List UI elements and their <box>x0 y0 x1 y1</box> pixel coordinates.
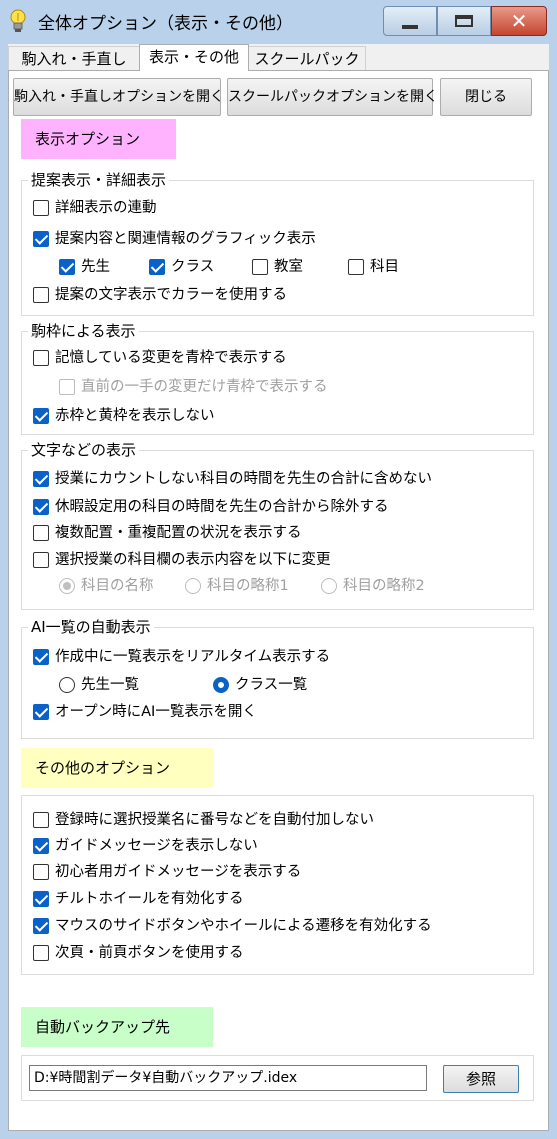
checkbox-box <box>33 649 49 665</box>
checkbox-label: 科目 <box>370 259 399 275</box>
frame-group-title: 駒枠による表示 <box>28 320 139 341</box>
checkbox-box <box>33 525 49 541</box>
checkbox-label: 初心者用ガイドメッセージを表示する <box>55 864 302 880</box>
checkbox-box <box>33 471 49 487</box>
checkbox-box <box>33 200 49 216</box>
checkbox-label: 詳細表示の連動 <box>55 200 157 216</box>
radio-label: 科目の略称2 <box>343 578 425 594</box>
open-koma-options-button[interactable]: 駒入れ・手直しオプションを開く <box>13 78 224 116</box>
checkbox-box <box>33 945 49 961</box>
checkbox-label: 複数配置・重複配置の状況を表示する <box>55 525 302 541</box>
other-options-label: その他のオプション <box>21 748 213 788</box>
open-school-options-button[interactable]: スクールパックオプションを開く <box>227 78 438 116</box>
checkbox-label: クラス <box>171 259 215 275</box>
checkbox-label: 授業にカウントしない科目の時間を先生の合計に含めない <box>55 471 432 487</box>
browse-button[interactable]: 参照 <box>443 1065 519 1093</box>
window-title: 全体オプション（表示・その他） <box>38 14 293 34</box>
maximize-icon <box>455 15 473 27</box>
backup-path-input[interactable]: D:¥時間割データ¥自動バックアップ.idex <box>29 1065 427 1091</box>
checkbox-box <box>252 259 268 275</box>
checkbox-label: 作成中に一覧表示をリアルタイム表示する <box>55 649 331 665</box>
minimize-button[interactable] <box>383 6 437 36</box>
proposal-group-title: 提案表示・詳細表示 <box>28 169 170 190</box>
close-window-button[interactable]: ✕ <box>491 6 547 36</box>
text-group-title: 文字などの表示 <box>28 439 140 460</box>
checkbox-box <box>33 499 49 515</box>
checkbox-label: マウスのサイドボタンやホイールによる遷移を有効化する <box>55 918 432 934</box>
radio-dot <box>213 677 229 693</box>
checkbox-box <box>33 918 49 934</box>
checkbox-label: 提案内容と関連情報のグラフィック表示 <box>55 231 316 247</box>
checkbox-label: 選択授業の科目欄の表示内容を以下に変更 <box>55 552 331 568</box>
radio-label: 科目の略称1 <box>207 578 289 594</box>
maximize-button[interactable] <box>437 6 491 36</box>
checkbox-box <box>33 891 49 907</box>
checkbox-box <box>33 838 49 854</box>
checkbox-box <box>59 379 75 395</box>
lightbulb-icon <box>10 9 26 32</box>
checkbox-box <box>33 287 49 303</box>
checkbox-label: 教室 <box>274 259 303 275</box>
checkbox-box <box>33 552 49 568</box>
radio-dot <box>321 578 337 594</box>
checkbox-label: 休暇設定用の科目の時間を先生の合計から除外する <box>55 499 389 515</box>
checkbox-box <box>33 704 49 720</box>
radio-label: 先生一覧 <box>81 677 139 693</box>
checkbox-label: チルトホイールを有効化する <box>55 891 244 907</box>
tab-school-pack[interactable]: スクールパック <box>248 46 366 70</box>
radio-label: 科目の名称 <box>81 578 154 594</box>
checkbox-box <box>33 408 49 424</box>
radio-dot <box>185 578 201 594</box>
close-icon: ✕ <box>510 9 528 33</box>
display-options-label: 表示オプション <box>21 119 176 159</box>
checkbox-box <box>59 259 75 275</box>
checkbox-label: ガイドメッセージを表示しない <box>55 838 258 854</box>
title-bar[interactable]: 全体オプション（表示・その他） ✕ <box>0 0 557 44</box>
checkbox-label: 先生 <box>81 259 110 275</box>
radio-dot <box>59 677 75 693</box>
checkbox-box <box>348 259 364 275</box>
checkbox-box <box>33 812 49 828</box>
radio-dot <box>59 578 75 594</box>
checkbox-label: 登録時に選択授業名に番号などを自動付加しない <box>55 812 374 828</box>
checkbox-label: 次頁・前頁ボタンを使用する <box>55 945 244 961</box>
checkbox-label: 直前の一手の変更だけ青枠で表示する <box>81 379 328 395</box>
checkbox-box <box>33 231 49 247</box>
options-window: 全体オプション（表示・その他） ✕ 駒入れ・手直し 表示・その他 スクールパック… <box>0 0 557 1139</box>
tab-display-other[interactable]: 表示・その他 <box>139 44 249 71</box>
checkbox-label: オープン時にAI一覧表示を開く <box>55 704 257 720</box>
tab-panel: 駒入れ・手直しオプションを開く スクールパックオプションを開く 閉じる 表示オプ… <box>8 70 549 1131</box>
backup-label: 自動バックアップ先 <box>21 1007 213 1047</box>
checkbox-label: 赤枠と黄枠を表示しない <box>55 408 215 424</box>
close-button[interactable]: 閉じる <box>440 78 532 116</box>
checkbox-box <box>33 350 49 366</box>
checkbox-box <box>149 259 165 275</box>
ai-group-title: AI一覧の自動表示 <box>28 616 154 637</box>
tab-bar: 駒入れ・手直し 表示・その他 スクールパック <box>8 44 549 71</box>
minimize-icon <box>402 25 418 29</box>
checkbox-label: 記憶している変更を青枠で表示する <box>55 350 287 366</box>
client-area: 駒入れ・手直し 表示・その他 スクールパック 駒入れ・手直しオプションを開く ス… <box>8 44 549 1131</box>
checkbox-label: 提案の文字表示でカラーを使用する <box>55 287 287 303</box>
tab-koma[interactable]: 駒入れ・手直し <box>8 46 140 70</box>
checkbox-box <box>33 864 49 880</box>
radio-label: クラス一覧 <box>235 677 308 693</box>
